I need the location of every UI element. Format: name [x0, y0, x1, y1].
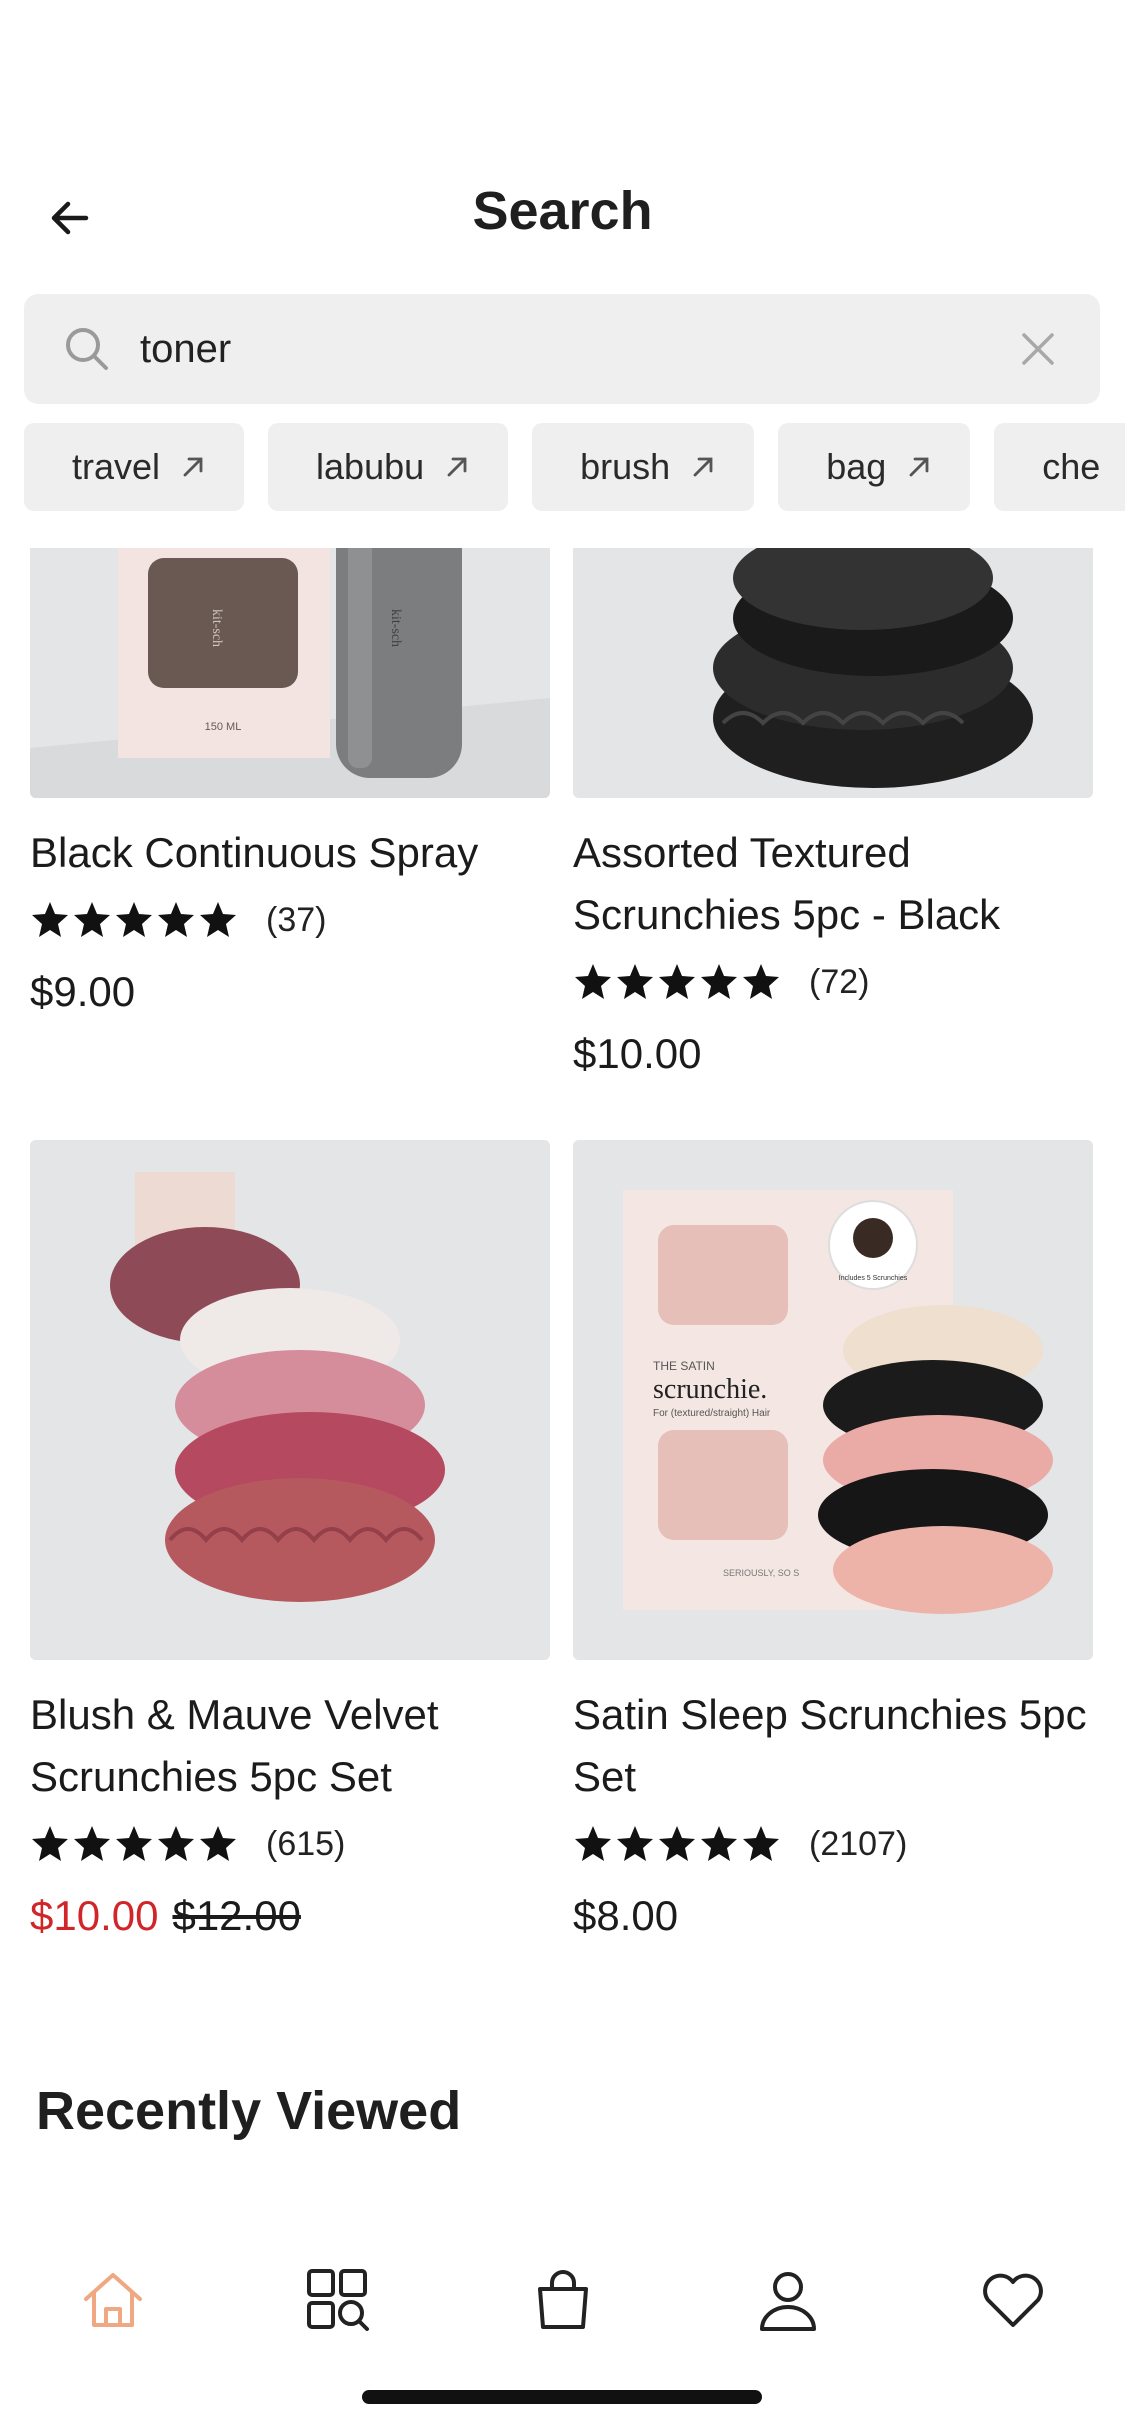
review-count: (72)	[809, 962, 870, 1001]
account-icon	[759, 2272, 816, 2331]
review-count: (37)	[266, 900, 327, 939]
box-text-line2: scrunchie.	[653, 1374, 767, 1405]
box-text-line1: THE SATIN	[653, 1359, 715, 1373]
product-image-velvet-scrunchies[interactable]	[30, 1140, 550, 1660]
chip-label: brush	[580, 446, 671, 487]
satin-scrunchies-image: THE SATIN scrunchie. For (textured/strai…	[573, 1140, 1093, 1660]
product-name: Assorted Textured Scrunchies 5pc - Black	[573, 829, 1001, 938]
original-price: $12.00	[172, 1892, 301, 1939]
suggestion-chips: travel labubu brush bag che	[24, 423, 1125, 513]
chip-labubu[interactable]: labubu	[268, 423, 509, 511]
product-price: $10.00 $12.00	[30, 1892, 550, 1940]
black-scrunchies-image	[573, 548, 1093, 798]
star-icon	[575, 1826, 611, 1861]
star-icon	[116, 1826, 152, 1861]
star-rating	[30, 1824, 240, 1864]
star-rating	[573, 962, 783, 1002]
sticker-text: Includes 5 Scrunchies	[839, 1275, 908, 1282]
spray-box-brand: kit-sch	[209, 609, 224, 647]
spray-bottle-image: kit-sch 150 ML kit-sch	[30, 548, 550, 798]
arrow-up-right-icon	[447, 457, 467, 477]
recently-viewed-title: Recently Viewed	[36, 2081, 462, 2141]
star-rating	[573, 1824, 783, 1864]
star-icon	[32, 1826, 68, 1861]
star-icon	[158, 902, 194, 937]
star-icon	[200, 902, 236, 937]
star-rating	[30, 900, 240, 940]
browse-search-icon	[306, 2269, 369, 2331]
product-image-satin-scrunchies[interactable]: THE SATIN scrunchie. For (textured/strai…	[573, 1140, 1093, 1660]
star-icon	[200, 1826, 236, 1861]
header: Search	[0, 170, 1125, 260]
product-name: Blush & Mauve Velvet Scrunchies 5pc Set	[30, 1691, 439, 1800]
chip-label: bag	[826, 446, 887, 487]
star-icon	[116, 902, 152, 937]
star-icon	[575, 964, 611, 999]
tab-wishlist[interactable]	[968, 2255, 1058, 2345]
product-rating: (2107)	[573, 1816, 1093, 1872]
star-icon	[158, 1826, 194, 1861]
product-card[interactable]: Assorted Textured Scrunchies 5pc - Black…	[573, 548, 1093, 1078]
spray-box-volume: 150 ML	[205, 721, 242, 733]
product-name: Black Continuous Spray	[30, 829, 479, 876]
search-bar	[24, 294, 1100, 404]
tab-bag[interactable]	[518, 2255, 608, 2345]
star-icon	[74, 1826, 110, 1861]
star-icon	[743, 964, 779, 999]
product-rating: (72)	[573, 954, 1093, 1010]
page-title: Search	[472, 181, 653, 241]
review-count: (615)	[266, 1824, 346, 1863]
star-icon	[701, 1826, 737, 1861]
tab-home[interactable]	[68, 2255, 158, 2345]
box-text-line3: For (textured/straight) Hair	[653, 1408, 771, 1419]
bottom-tab-bar	[0, 2240, 1125, 2360]
chip-bag[interactable]: bag	[778, 423, 971, 511]
product-rating: (37)	[30, 892, 550, 948]
velvet-scrunchies-image	[30, 1140, 550, 1660]
product-price: $10.00	[573, 1030, 702, 1077]
product-price: $8.00	[573, 1892, 679, 1939]
chip-label: labubu	[316, 446, 425, 487]
arrow-up-right-icon	[183, 457, 203, 477]
product-card[interactable]: kit-sch 150 ML kit-sch Black Continuous …	[30, 548, 550, 1016]
bottle-brand: kit-sch	[388, 609, 403, 647]
sale-price: $10.00	[30, 1892, 159, 1939]
tab-browse[interactable]	[293, 2255, 383, 2345]
chip-travel[interactable]: travel	[24, 423, 245, 511]
tab-account[interactable]	[743, 2255, 833, 2345]
search-icon	[66, 328, 108, 370]
star-icon	[659, 964, 695, 999]
home-indicator	[362, 2390, 762, 2404]
heart-icon	[982, 2273, 1043, 2327]
product-card[interactable]: THE SATIN scrunchie. For (textured/strai…	[573, 1140, 1093, 1940]
star-icon	[701, 964, 737, 999]
product-card[interactable]: Blush & Mauve Velvet Scrunchies 5pc Set …	[30, 1140, 550, 1940]
product-rating: (615)	[30, 1816, 550, 1872]
search-input[interactable]	[140, 326, 1016, 372]
product-grid: kit-sch 150 ML kit-sch Black Continuous …	[0, 548, 1125, 2198]
chip-che[interactable]: che	[994, 423, 1125, 511]
chip-label: travel	[72, 446, 161, 487]
product-image-black-scrunchies[interactable]	[573, 548, 1093, 798]
chip-brush[interactable]: brush	[532, 423, 755, 511]
product-image-spray[interactable]: kit-sch 150 ML kit-sch	[30, 548, 550, 798]
arrow-up-right-icon	[909, 457, 929, 477]
box-text-line4: SERIOUSLY, SO S	[723, 1568, 799, 1578]
clear-icon[interactable]	[1016, 327, 1060, 371]
star-icon	[32, 902, 68, 937]
star-icon	[659, 1826, 695, 1861]
bag-icon	[537, 2270, 588, 2329]
arrow-up-right-icon	[693, 457, 713, 477]
review-count: (2107)	[809, 1824, 908, 1863]
product-name: Satin Sleep Scrunchies 5pc Set	[573, 1691, 1087, 1800]
product-price: $9.00	[30, 968, 136, 1015]
star-icon	[617, 964, 653, 999]
star-icon	[74, 902, 110, 937]
chip-label: che	[1042, 446, 1101, 487]
star-icon	[617, 1826, 653, 1861]
home-icon	[83, 2273, 142, 2327]
star-icon	[743, 1826, 779, 1861]
